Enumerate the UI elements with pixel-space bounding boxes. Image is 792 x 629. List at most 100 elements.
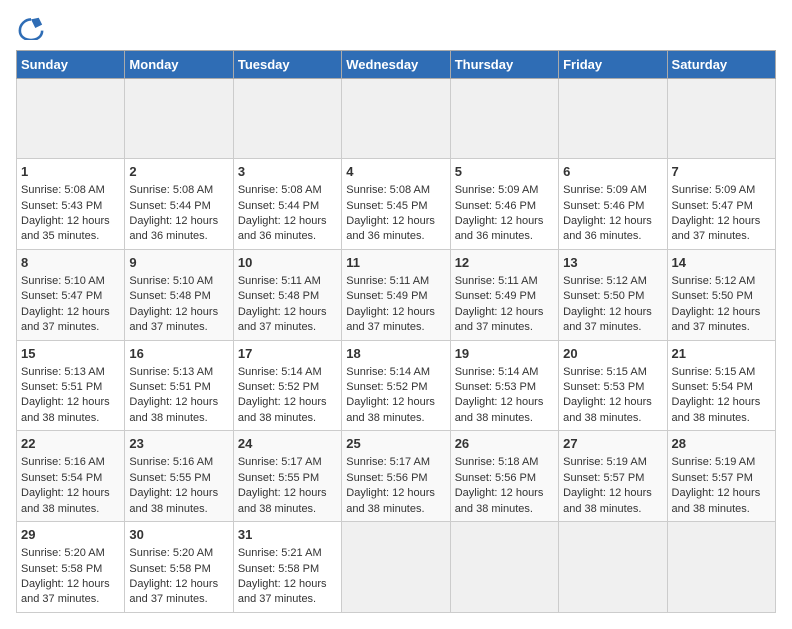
calendar-cell bbox=[667, 79, 775, 159]
sunset-label: Sunset: 5:44 PM bbox=[129, 200, 210, 212]
day-number: 1 bbox=[21, 163, 120, 181]
sunset-label: Sunset: 5:54 PM bbox=[672, 381, 753, 393]
day-number: 7 bbox=[672, 163, 771, 181]
daylight-label: Daylight: 12 hours and 38 minutes. bbox=[563, 487, 652, 514]
sunset-label: Sunset: 5:46 PM bbox=[455, 200, 536, 212]
day-number: 16 bbox=[129, 345, 228, 363]
sunrise-label: Sunrise: 5:16 AM bbox=[21, 456, 105, 468]
calendar-cell bbox=[559, 79, 667, 159]
sunrise-label: Sunrise: 5:18 AM bbox=[455, 456, 539, 468]
day-number: 24 bbox=[238, 435, 337, 453]
daylight-label: Daylight: 12 hours and 37 minutes. bbox=[21, 306, 110, 333]
calendar-cell: 10 Sunrise: 5:11 AM Sunset: 5:48 PM Dayl… bbox=[233, 249, 341, 340]
day-number: 5 bbox=[455, 163, 554, 181]
calendar-cell: 2 Sunrise: 5:08 AM Sunset: 5:44 PM Dayli… bbox=[125, 159, 233, 250]
sunset-label: Sunset: 5:58 PM bbox=[129, 563, 210, 575]
sunrise-label: Sunrise: 5:11 AM bbox=[238, 275, 321, 287]
daylight-label: Daylight: 12 hours and 38 minutes. bbox=[346, 487, 435, 514]
sunset-label: Sunset: 5:47 PM bbox=[672, 200, 753, 212]
daylight-label: Daylight: 12 hours and 38 minutes. bbox=[563, 396, 652, 423]
daylight-label: Daylight: 12 hours and 38 minutes. bbox=[346, 396, 435, 423]
sunrise-label: Sunrise: 5:17 AM bbox=[238, 456, 322, 468]
sunrise-label: Sunrise: 5:11 AM bbox=[346, 275, 429, 287]
calendar-cell: 19 Sunrise: 5:14 AM Sunset: 5:53 PM Dayl… bbox=[450, 340, 558, 431]
sunrise-label: Sunrise: 5:14 AM bbox=[238, 366, 322, 378]
sunrise-label: Sunrise: 5:19 AM bbox=[563, 456, 647, 468]
sunset-label: Sunset: 5:57 PM bbox=[672, 472, 753, 484]
page-header bbox=[16, 16, 776, 40]
calendar-cell: 3 Sunrise: 5:08 AM Sunset: 5:44 PM Dayli… bbox=[233, 159, 341, 250]
sunrise-label: Sunrise: 5:12 AM bbox=[563, 275, 647, 287]
sunset-label: Sunset: 5:53 PM bbox=[563, 381, 644, 393]
calendar-cell: 17 Sunrise: 5:14 AM Sunset: 5:52 PM Dayl… bbox=[233, 340, 341, 431]
sunrise-label: Sunrise: 5:13 AM bbox=[129, 366, 213, 378]
calendar-cell: 28 Sunrise: 5:19 AM Sunset: 5:57 PM Dayl… bbox=[667, 431, 775, 522]
sunrise-label: Sunrise: 5:16 AM bbox=[129, 456, 213, 468]
sunset-label: Sunset: 5:51 PM bbox=[129, 381, 210, 393]
sunrise-label: Sunrise: 5:20 AM bbox=[21, 547, 105, 559]
calendar-cell: 29 Sunrise: 5:20 AM Sunset: 5:58 PM Dayl… bbox=[17, 522, 125, 613]
sunrise-label: Sunrise: 5:10 AM bbox=[21, 275, 105, 287]
weekday-header-monday: Monday bbox=[125, 51, 233, 79]
day-number: 26 bbox=[455, 435, 554, 453]
day-number: 20 bbox=[563, 345, 662, 363]
day-number: 23 bbox=[129, 435, 228, 453]
calendar-cell bbox=[559, 522, 667, 613]
daylight-label: Daylight: 12 hours and 37 minutes. bbox=[672, 306, 761, 333]
daylight-label: Daylight: 12 hours and 37 minutes. bbox=[455, 306, 544, 333]
sunset-label: Sunset: 5:56 PM bbox=[455, 472, 536, 484]
day-number: 22 bbox=[21, 435, 120, 453]
calendar-cell bbox=[450, 522, 558, 613]
sunset-label: Sunset: 5:52 PM bbox=[238, 381, 319, 393]
sunrise-label: Sunrise: 5:15 AM bbox=[563, 366, 647, 378]
sunrise-label: Sunrise: 5:19 AM bbox=[672, 456, 756, 468]
sunset-label: Sunset: 5:50 PM bbox=[563, 290, 644, 302]
day-number: 25 bbox=[346, 435, 445, 453]
calendar-cell: 21 Sunrise: 5:15 AM Sunset: 5:54 PM Dayl… bbox=[667, 340, 775, 431]
calendar-cell: 1 Sunrise: 5:08 AM Sunset: 5:43 PM Dayli… bbox=[17, 159, 125, 250]
calendar-cell: 9 Sunrise: 5:10 AM Sunset: 5:48 PM Dayli… bbox=[125, 249, 233, 340]
calendar-week-row: 15 Sunrise: 5:13 AM Sunset: 5:51 PM Dayl… bbox=[17, 340, 776, 431]
weekday-header-sunday: Sunday bbox=[17, 51, 125, 79]
daylight-label: Daylight: 12 hours and 38 minutes. bbox=[21, 396, 110, 423]
sunrise-label: Sunrise: 5:14 AM bbox=[346, 366, 430, 378]
sunrise-label: Sunrise: 5:12 AM bbox=[672, 275, 756, 287]
weekday-header-thursday: Thursday bbox=[450, 51, 558, 79]
daylight-label: Daylight: 12 hours and 38 minutes. bbox=[21, 487, 110, 514]
calendar-cell: 20 Sunrise: 5:15 AM Sunset: 5:53 PM Dayl… bbox=[559, 340, 667, 431]
sunrise-label: Sunrise: 5:08 AM bbox=[238, 184, 322, 196]
calendar-cell bbox=[125, 79, 233, 159]
day-number: 3 bbox=[238, 163, 337, 181]
day-number: 31 bbox=[238, 526, 337, 544]
sunrise-label: Sunrise: 5:09 AM bbox=[563, 184, 647, 196]
calendar-cell: 7 Sunrise: 5:09 AM Sunset: 5:47 PM Dayli… bbox=[667, 159, 775, 250]
sunrise-label: Sunrise: 5:13 AM bbox=[21, 366, 105, 378]
sunset-label: Sunset: 5:53 PM bbox=[455, 381, 536, 393]
calendar-cell: 16 Sunrise: 5:13 AM Sunset: 5:51 PM Dayl… bbox=[125, 340, 233, 431]
daylight-label: Daylight: 12 hours and 36 minutes. bbox=[129, 215, 218, 242]
daylight-label: Daylight: 12 hours and 36 minutes. bbox=[346, 215, 435, 242]
daylight-label: Daylight: 12 hours and 38 minutes. bbox=[238, 487, 327, 514]
sunset-label: Sunset: 5:55 PM bbox=[238, 472, 319, 484]
calendar-cell: 4 Sunrise: 5:08 AM Sunset: 5:45 PM Dayli… bbox=[342, 159, 450, 250]
weekday-header-tuesday: Tuesday bbox=[233, 51, 341, 79]
calendar-cell bbox=[667, 522, 775, 613]
calendar-cell: 23 Sunrise: 5:16 AM Sunset: 5:55 PM Dayl… bbox=[125, 431, 233, 522]
calendar-cell: 8 Sunrise: 5:10 AM Sunset: 5:47 PM Dayli… bbox=[17, 249, 125, 340]
sunset-label: Sunset: 5:46 PM bbox=[563, 200, 644, 212]
sunset-label: Sunset: 5:49 PM bbox=[346, 290, 427, 302]
daylight-label: Daylight: 12 hours and 38 minutes. bbox=[672, 396, 761, 423]
calendar-cell: 22 Sunrise: 5:16 AM Sunset: 5:54 PM Dayl… bbox=[17, 431, 125, 522]
sunset-label: Sunset: 5:54 PM bbox=[21, 472, 102, 484]
calendar-cell: 6 Sunrise: 5:09 AM Sunset: 5:46 PM Dayli… bbox=[559, 159, 667, 250]
calendar-cell: 26 Sunrise: 5:18 AM Sunset: 5:56 PM Dayl… bbox=[450, 431, 558, 522]
daylight-label: Daylight: 12 hours and 38 minutes. bbox=[672, 487, 761, 514]
sunrise-label: Sunrise: 5:15 AM bbox=[672, 366, 756, 378]
sunset-label: Sunset: 5:45 PM bbox=[346, 200, 427, 212]
calendar-week-row: 1 Sunrise: 5:08 AM Sunset: 5:43 PM Dayli… bbox=[17, 159, 776, 250]
day-number: 30 bbox=[129, 526, 228, 544]
daylight-label: Daylight: 12 hours and 36 minutes. bbox=[238, 215, 327, 242]
sunset-label: Sunset: 5:56 PM bbox=[346, 472, 427, 484]
daylight-label: Daylight: 12 hours and 38 minutes. bbox=[129, 487, 218, 514]
sunrise-label: Sunrise: 5:09 AM bbox=[672, 184, 756, 196]
